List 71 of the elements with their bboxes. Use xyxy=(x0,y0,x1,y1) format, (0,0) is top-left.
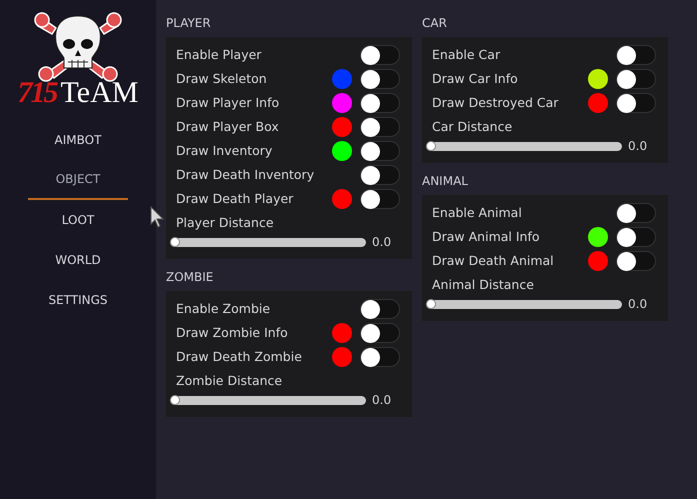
color-swatch[interactable] xyxy=(588,69,608,89)
slider-track[interactable] xyxy=(426,300,622,308)
slider-label: Animal Distance xyxy=(432,276,535,294)
slider-thumb[interactable] xyxy=(170,395,180,405)
toggle-switch[interactable] xyxy=(360,69,400,89)
sidebar-tab[interactable]: WORLD xyxy=(28,240,128,280)
slider-label: Car Distance xyxy=(432,118,514,136)
option-label: Enable Car xyxy=(432,46,502,64)
slider-value: 0.0 xyxy=(372,392,392,409)
slider-track[interactable] xyxy=(170,238,366,246)
color-swatch[interactable] xyxy=(332,141,352,161)
option-label: Draw Zombie Info xyxy=(176,324,289,342)
color-swatch[interactable] xyxy=(588,227,608,247)
slider-value: 0.0 xyxy=(628,296,648,313)
slider-track[interactable] xyxy=(426,142,622,150)
option-label: Enable Zombie xyxy=(176,300,272,318)
logo-word: TeAM xyxy=(60,78,138,108)
toggle-switch[interactable] xyxy=(616,203,656,223)
toggle-switch[interactable] xyxy=(360,299,400,319)
slider-label: Player Distance xyxy=(176,214,275,232)
option-label: Enable Player xyxy=(176,46,262,64)
toggle-switch[interactable] xyxy=(360,323,400,343)
toggle-switch[interactable] xyxy=(360,45,400,65)
toggle-switch[interactable] xyxy=(360,347,400,367)
option-label: Draw Death Zombie xyxy=(176,348,303,366)
slider-thumb[interactable] xyxy=(426,141,436,151)
option-label: Enable Animal xyxy=(432,204,523,222)
slider-track[interactable] xyxy=(170,396,366,404)
slider-value: 0.0 xyxy=(372,234,392,251)
color-swatch[interactable] xyxy=(332,323,352,343)
option-label: Draw Player Box xyxy=(176,118,280,136)
toggle-switch[interactable] xyxy=(616,251,656,271)
color-swatch[interactable] xyxy=(588,251,608,271)
option-label: Draw Death Animal xyxy=(432,252,555,270)
color-swatch[interactable] xyxy=(588,93,608,113)
color-swatch[interactable] xyxy=(332,93,352,113)
option-label: Draw Death Player xyxy=(176,190,294,208)
toggle-switch[interactable] xyxy=(616,93,656,113)
option-label: Draw Car Info xyxy=(432,70,519,88)
slider-value: 0.0 xyxy=(628,138,648,155)
sidebar-tab[interactable]: OBJECT xyxy=(28,160,128,200)
option-label: Draw Animal Info xyxy=(432,228,541,246)
section-title: ANIMAL xyxy=(422,173,469,190)
slider-thumb[interactable] xyxy=(426,299,436,309)
section-title: ZOMBIE xyxy=(166,269,214,286)
toggle-switch[interactable] xyxy=(616,227,656,247)
logo-number: 715 xyxy=(18,78,57,108)
toggle-switch[interactable] xyxy=(360,117,400,137)
toggle-switch[interactable] xyxy=(360,189,400,209)
option-label: Draw Skeleton xyxy=(176,70,268,88)
sidebar-tab[interactable]: LOOT xyxy=(28,200,128,240)
toggle-switch[interactable] xyxy=(360,165,400,185)
mouse-cursor-icon xyxy=(150,206,164,228)
toggle-switch[interactable] xyxy=(360,141,400,161)
sidebar-tab[interactable]: AIMBOT xyxy=(28,120,128,160)
slider-label: Zombie Distance xyxy=(176,372,284,390)
sidebar-tab[interactable]: SETTINGS xyxy=(28,280,128,320)
option-label: Draw Player Info xyxy=(176,94,280,112)
toggle-switch[interactable] xyxy=(360,93,400,113)
option-label: Draw Death Inventory xyxy=(176,166,316,184)
toggle-switch[interactable] xyxy=(616,69,656,89)
color-swatch[interactable] xyxy=(332,347,352,367)
section-title: CAR xyxy=(422,15,448,32)
color-swatch[interactable] xyxy=(332,69,352,89)
slider-thumb[interactable] xyxy=(170,237,180,247)
option-label: Draw Inventory xyxy=(176,142,274,160)
color-swatch[interactable] xyxy=(332,189,352,209)
color-swatch[interactable] xyxy=(332,117,352,137)
section-title: PLAYER xyxy=(166,15,212,32)
option-label: Draw Destroyed Car xyxy=(432,94,560,112)
toggle-switch[interactable] xyxy=(616,45,656,65)
